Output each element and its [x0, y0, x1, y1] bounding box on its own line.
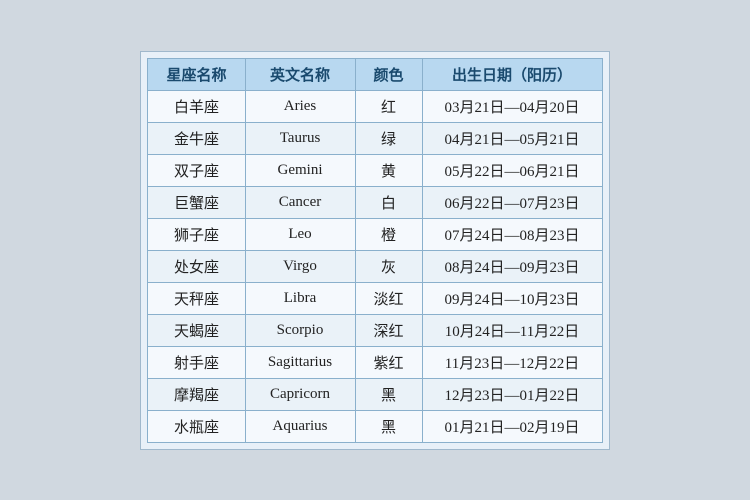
cell-dates: 08月24日—09月23日	[422, 250, 602, 282]
table-row: 天蝎座Scorpio深红10月24日—11月22日	[148, 314, 602, 346]
table-row: 水瓶座Aquarius黑01月21日—02月19日	[148, 410, 602, 442]
cell-chinese: 天秤座	[148, 282, 245, 314]
cell-dates: 05月22日—06月21日	[422, 154, 602, 186]
table-row: 双子座Gemini黄05月22日—06月21日	[148, 154, 602, 186]
cell-chinese: 摩羯座	[148, 378, 245, 410]
cell-chinese: 狮子座	[148, 218, 245, 250]
table-body: 白羊座Aries红03月21日—04月20日金牛座Taurus绿04月21日—0…	[148, 90, 602, 442]
zodiac-table-container: 星座名称 英文名称 颜色 出生日期（阳历） 白羊座Aries红03月21日—04…	[140, 51, 609, 450]
cell-english: Libra	[245, 282, 355, 314]
cell-english: Sagittarius	[245, 346, 355, 378]
table-row: 金牛座Taurus绿04月21日—05月21日	[148, 122, 602, 154]
cell-color: 红	[355, 90, 422, 122]
cell-dates: 06月22日—07月23日	[422, 186, 602, 218]
zodiac-table: 星座名称 英文名称 颜色 出生日期（阳历） 白羊座Aries红03月21日—04…	[147, 58, 602, 443]
cell-dates: 12月23日—01月22日	[422, 378, 602, 410]
table-row: 白羊座Aries红03月21日—04月20日	[148, 90, 602, 122]
table-row: 射手座Sagittarius紫红11月23日—12月22日	[148, 346, 602, 378]
cell-english: Capricorn	[245, 378, 355, 410]
cell-english: Aries	[245, 90, 355, 122]
cell-dates: 04月21日—05月21日	[422, 122, 602, 154]
cell-color: 橙	[355, 218, 422, 250]
cell-chinese: 双子座	[148, 154, 245, 186]
header-color: 颜色	[355, 58, 422, 90]
cell-english: Leo	[245, 218, 355, 250]
header-english: 英文名称	[245, 58, 355, 90]
cell-dates: 11月23日—12月22日	[422, 346, 602, 378]
header-chinese: 星座名称	[148, 58, 245, 90]
cell-dates: 01月21日—02月19日	[422, 410, 602, 442]
cell-chinese: 天蝎座	[148, 314, 245, 346]
table-header-row: 星座名称 英文名称 颜色 出生日期（阳历）	[148, 58, 602, 90]
cell-color: 白	[355, 186, 422, 218]
cell-dates: 10月24日—11月22日	[422, 314, 602, 346]
cell-color: 淡红	[355, 282, 422, 314]
cell-chinese: 射手座	[148, 346, 245, 378]
table-row: 处女座Virgo灰08月24日—09月23日	[148, 250, 602, 282]
cell-english: Gemini	[245, 154, 355, 186]
cell-english: Taurus	[245, 122, 355, 154]
cell-color: 紫红	[355, 346, 422, 378]
cell-color: 黑	[355, 378, 422, 410]
cell-chinese: 水瓶座	[148, 410, 245, 442]
cell-english: Cancer	[245, 186, 355, 218]
cell-chinese: 巨蟹座	[148, 186, 245, 218]
cell-chinese: 白羊座	[148, 90, 245, 122]
cell-english: Aquarius	[245, 410, 355, 442]
cell-chinese: 金牛座	[148, 122, 245, 154]
table-row: 摩羯座Capricorn黑12月23日—01月22日	[148, 378, 602, 410]
cell-color: 绿	[355, 122, 422, 154]
cell-english: Scorpio	[245, 314, 355, 346]
cell-dates: 07月24日—08月23日	[422, 218, 602, 250]
cell-color: 灰	[355, 250, 422, 282]
cell-color: 黑	[355, 410, 422, 442]
cell-color: 黄	[355, 154, 422, 186]
cell-english: Virgo	[245, 250, 355, 282]
cell-color: 深红	[355, 314, 422, 346]
cell-dates: 03月21日—04月20日	[422, 90, 602, 122]
table-row: 狮子座Leo橙07月24日—08月23日	[148, 218, 602, 250]
table-row: 巨蟹座Cancer白06月22日—07月23日	[148, 186, 602, 218]
cell-dates: 09月24日—10月23日	[422, 282, 602, 314]
cell-chinese: 处女座	[148, 250, 245, 282]
header-date: 出生日期（阳历）	[422, 58, 602, 90]
table-row: 天秤座Libra淡红09月24日—10月23日	[148, 282, 602, 314]
